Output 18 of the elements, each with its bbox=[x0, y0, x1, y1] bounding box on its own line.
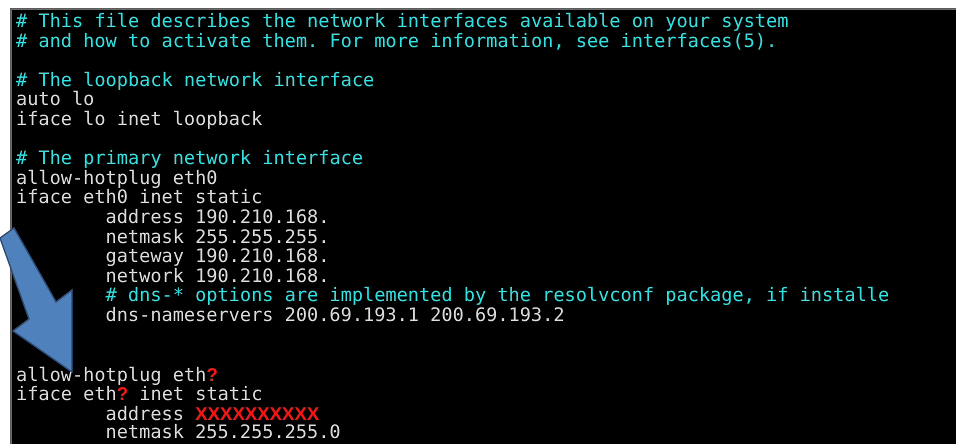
code-line: iface lo inet loopback bbox=[16, 110, 262, 130]
code-line: iface eth0 inet static bbox=[16, 188, 262, 208]
code-comment: # This file describes the network interfaces available on your system bbox=[16, 12, 788, 32]
code-line: auto lo bbox=[16, 90, 94, 110]
code-line: dns-nameservers 200.69.193.1 200.69.193.2 bbox=[106, 306, 565, 326]
code-line: allow-hotplug eth? bbox=[16, 364, 218, 384]
code-line: gateway 190.210.168. bbox=[106, 247, 330, 267]
code-comment: # and how to activate them. For more information, see interfaces(5). bbox=[16, 32, 778, 52]
code-line: network 190.210.168. bbox=[106, 266, 330, 286]
code-line: iface eth? inet static bbox=[16, 384, 262, 404]
code-comment: # dns-* options are implemented by the resolvconf package, if installe bbox=[106, 286, 890, 306]
code-comment: # The loopback network interface bbox=[16, 70, 374, 90]
code-line: address XXXXXXXXXX bbox=[106, 404, 320, 424]
code-line: netmask 255.255.255. bbox=[106, 228, 330, 248]
code-comment: # The primary network interface bbox=[16, 149, 364, 169]
code-line: address 190.210.168. bbox=[106, 208, 330, 228]
code-line: allow-hotplug eth0 bbox=[16, 168, 218, 188]
code-line: netmask 255.255.255.0 bbox=[106, 423, 341, 444]
